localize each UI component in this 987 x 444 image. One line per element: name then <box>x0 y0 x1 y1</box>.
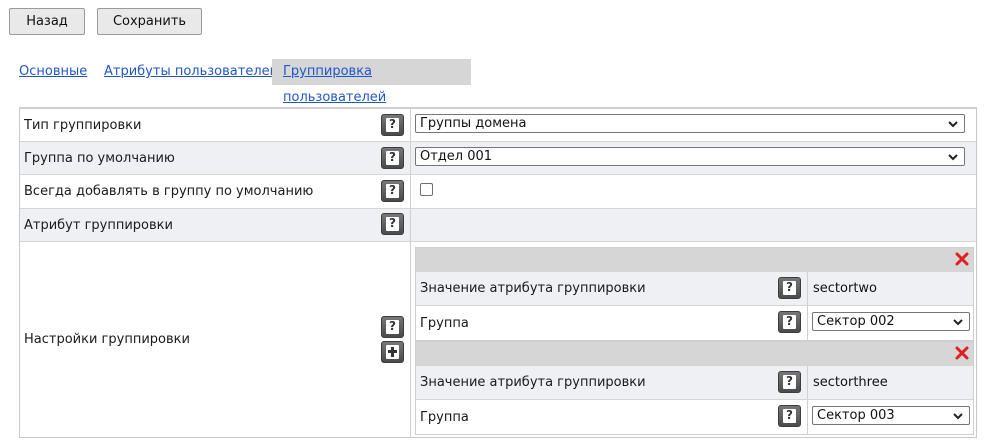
help-icon[interactable]: ? <box>778 311 801 333</box>
chevron-down-icon <box>953 319 963 326</box>
row-always-add: Всегда добавлять в группу по умолчанию ? <box>20 175 976 209</box>
add-icon[interactable] <box>381 341 404 363</box>
mapping-attr-row: Значение атрибута группировки ? sectortw… <box>416 271 973 305</box>
group-select-value: Сектор 003 <box>817 408 895 423</box>
row-grouping-attribute: Атрибут группировки ? <box>20 209 976 242</box>
default-group-label: Группа по умолчанию <box>24 151 175 166</box>
grouping-type-select[interactable]: Группы домена <box>415 114 965 133</box>
help-icon[interactable]: ? <box>778 277 801 299</box>
default-group-value: Отдел 001 <box>420 149 493 164</box>
help-icon[interactable]: ? <box>381 180 404 202</box>
back-button[interactable]: Назад <box>9 8 85 35</box>
mapping-group-row: Группа ? Сектор 002 <box>416 305 973 340</box>
tab-user-attributes[interactable]: Атрибуты пользователей <box>104 59 278 85</box>
attr-value: sectortwo <box>813 281 877 296</box>
help-icon[interactable]: ? <box>778 371 801 393</box>
mapping-group-row: Группа ? Сектор 003 <box>416 399 973 434</box>
group-select[interactable]: Сектор 003 <box>812 406 970 425</box>
attr-value-label: Значение атрибута группировки <box>420 375 646 390</box>
tab-user-grouping[interactable]: Группировка пользователей <box>272 59 471 105</box>
help-icon[interactable]: ? <box>381 147 404 169</box>
grouping-type-label: Тип группировки <box>24 118 142 133</box>
mapping-attr-row: Значение атрибута группировки ? sectorth… <box>416 365 973 399</box>
always-add-checkbox[interactable] <box>420 183 433 196</box>
help-icon[interactable]: ? <box>381 316 404 338</box>
mapping-item-header <box>416 342 973 365</box>
help-icon[interactable]: ? <box>381 114 404 136</box>
chevron-down-icon <box>948 121 958 128</box>
row-default-group: Группа по умолчанию ? Отдел 001 <box>20 142 976 175</box>
row-grouping-settings: Настройки группировки ? Значение атрибут… <box>20 242 976 438</box>
grouping-settings-label: Настройки группировки <box>24 332 190 347</box>
mapping-item: Значение атрибута группировки ? sectorth… <box>415 341 974 435</box>
group-select[interactable]: Сектор 002 <box>812 312 970 331</box>
delete-icon[interactable] <box>954 251 970 267</box>
tab-main[interactable]: Основные <box>19 59 87 85</box>
group-label: Группа <box>420 316 469 331</box>
attr-value-label: Значение атрибута группировки <box>420 281 646 296</box>
group-select-value: Сектор 002 <box>817 314 895 329</box>
delete-icon[interactable] <box>954 345 970 361</box>
group-label: Группа <box>420 410 469 425</box>
grouping-form: Тип группировки ? Группы домена Группа п… <box>19 107 977 438</box>
mapping-item-header <box>416 248 973 271</box>
chevron-down-icon <box>948 154 958 161</box>
default-group-select[interactable]: Отдел 001 <box>415 147 965 166</box>
row-grouping-type: Тип группировки ? Группы домена <box>20 109 976 142</box>
help-icon[interactable]: ? <box>778 405 801 427</box>
save-button[interactable]: Сохранить <box>97 8 202 35</box>
help-icon[interactable]: ? <box>381 213 404 235</box>
mapping-item: Значение атрибута группировки ? sectortw… <box>415 247 974 341</box>
grouping-type-value: Группы домена <box>420 116 527 131</box>
grouping-attribute-label: Атрибут группировки <box>24 218 173 233</box>
always-add-label: Всегда добавлять в группу по умолчанию <box>24 184 314 199</box>
attr-value: sectorthree <box>813 375 888 390</box>
chevron-down-icon <box>953 413 963 420</box>
